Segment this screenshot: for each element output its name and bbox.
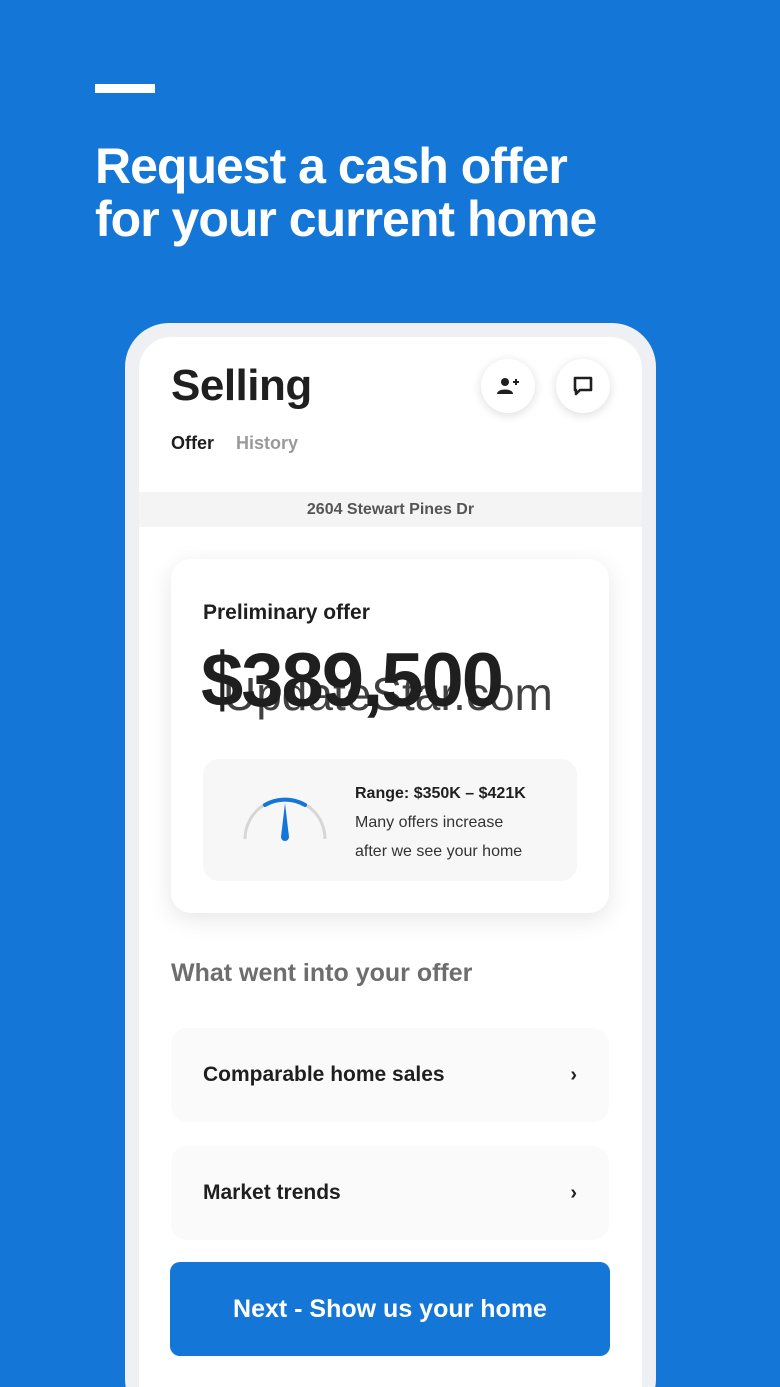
range-box: Range: $350K – $421K Many offers increas… xyxy=(203,759,577,881)
promo-headline: Request a cash offer for your current ho… xyxy=(95,140,735,246)
range-note-line-2: after we see your home xyxy=(355,843,523,860)
property-address: 2604 Stewart Pines Dr xyxy=(139,492,642,527)
range-info: Range: $350K – $421K Many offers increas… xyxy=(355,779,526,866)
chevron-right-icon: › xyxy=(570,1181,577,1204)
comparable-sales-row[interactable]: Comparable home sales › xyxy=(171,1028,609,1122)
row-label: Market trends xyxy=(203,1181,341,1204)
gauge-icon xyxy=(243,797,327,841)
page-title: Selling xyxy=(171,361,312,410)
tab-history[interactable]: History xyxy=(236,433,298,454)
app-screen: Selling Offer History 2604 Stewart Pines… xyxy=(139,337,642,1387)
headline-line-2: for your current home xyxy=(95,191,597,247)
range-note-line-1: Many offers increase xyxy=(355,814,504,831)
chat-button[interactable] xyxy=(556,359,610,413)
row-label: Comparable home sales xyxy=(203,1063,445,1086)
offer-label: Preliminary offer xyxy=(203,601,370,624)
offer-card: Preliminary offer $389,500 UpdateStar.co… xyxy=(171,559,609,913)
watermark-text: UpdateStar.com xyxy=(223,668,553,720)
section-title: What went into your offer xyxy=(171,959,473,987)
chat-icon xyxy=(573,376,593,396)
market-trends-row[interactable]: Market trends › xyxy=(171,1146,609,1240)
add-agent-button[interactable] xyxy=(481,359,535,413)
accent-bar xyxy=(95,84,155,93)
headline-line-1: Request a cash offer xyxy=(95,138,568,194)
range-value: $350K – $421K xyxy=(413,785,526,802)
next-button[interactable]: Next - Show us your home xyxy=(170,1262,610,1356)
tab-offer[interactable]: Offer xyxy=(171,433,214,454)
range-label: Range: xyxy=(355,785,410,802)
add-person-icon xyxy=(497,378,519,394)
chevron-right-icon: › xyxy=(570,1063,577,1086)
tab-bar: Offer History xyxy=(171,433,298,454)
